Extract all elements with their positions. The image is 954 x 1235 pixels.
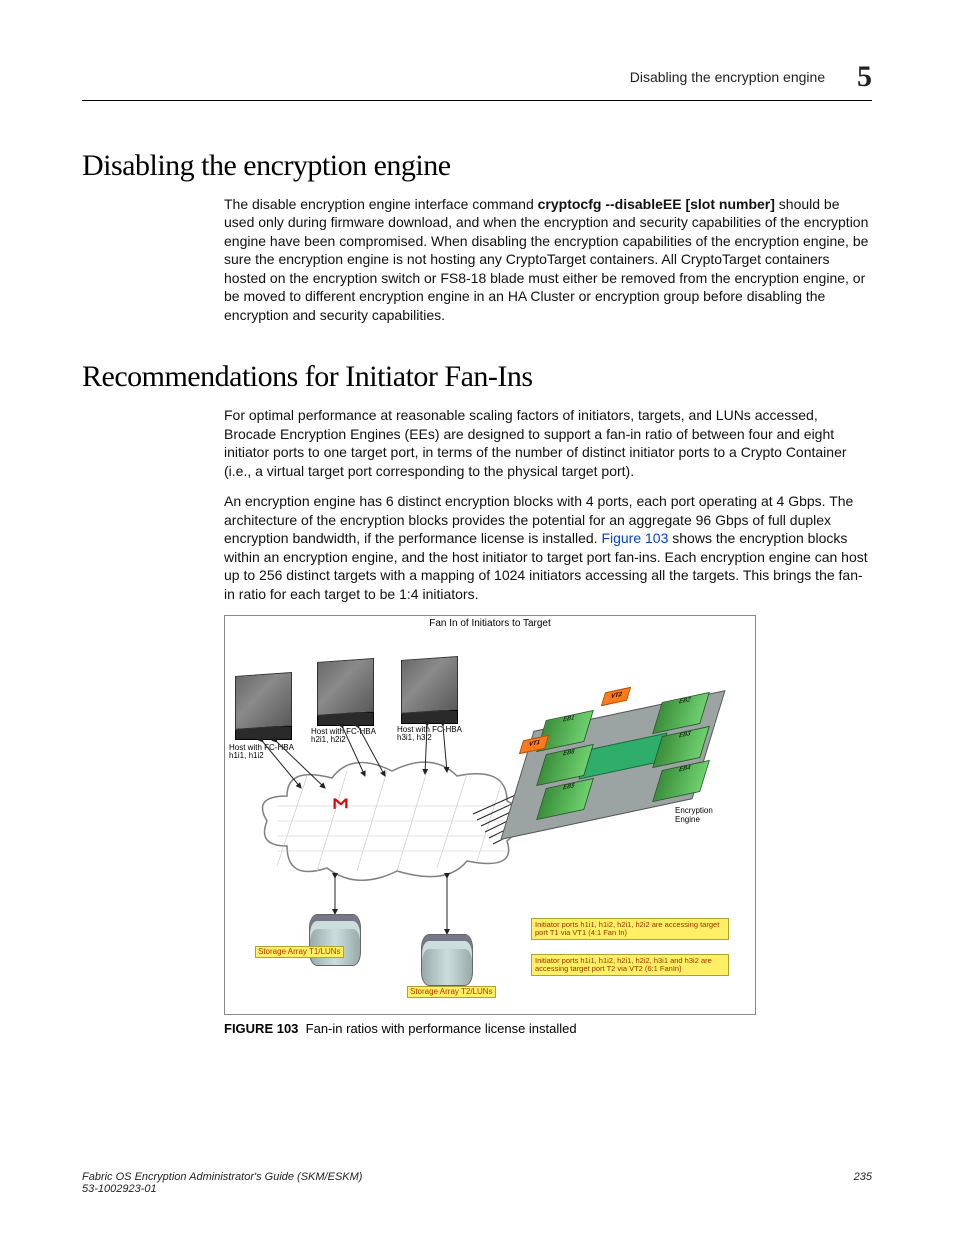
vt2: VT2: [601, 687, 631, 706]
para-reco-1: For optimal performance at reasonable sc…: [224, 406, 872, 480]
page-number: 235: [854, 1171, 872, 1183]
callout-1: Initiator ports h1i1, h1i2, h2i1, h2i2 a…: [531, 918, 729, 941]
figure-caption: FIGURE 103 Fan-in ratios with performanc…: [224, 1021, 754, 1036]
callout-2: Initiator ports h1i1, h1i2, h2i1, h2i2, …: [531, 954, 729, 977]
heading-disabling: Disabling the encryption engine: [82, 149, 872, 183]
storage-label-1: Storage Array T1/LUNs: [255, 946, 344, 958]
para-disable: The disable encryption engine interface …: [224, 195, 872, 324]
running-header: Disabling the encryption engine 5: [82, 60, 872, 94]
running-title: Disabling the encryption engine: [630, 69, 825, 85]
header-rule: [82, 100, 872, 101]
chapter-number: 5: [857, 60, 872, 93]
encryption-engine: EB1 EB6 EB5 EB2 EB3 EB4 VT1 VT2 Encrypti…: [517, 684, 727, 834]
page-footer: Fabric OS Encryption Administrator's Gui…: [82, 1171, 872, 1195]
figure-caption-label: FIGURE 103: [224, 1021, 298, 1036]
footer-doc-title: Fabric OS Encryption Administrator's Gui…: [82, 1171, 872, 1183]
figure-caption-text: Fan-in ratios with performance license i…: [306, 1021, 577, 1036]
engine-label: Encryption Engine: [675, 806, 727, 824]
storage-label-2: Storage Array T2/LUNs: [407, 986, 496, 998]
footer-part-number: 53-1002923-01: [82, 1183, 872, 1195]
para-disable-b: should be used only during firmware down…: [224, 196, 868, 323]
link-figure-103[interactable]: Figure 103: [601, 530, 668, 546]
heading-recommendations: Recommendations for Initiator Fan-Ins: [82, 360, 872, 394]
figure-103: Fan In of Initiators to Target Σ Host wi…: [224, 615, 756, 1015]
para-disable-a: The disable encryption engine interface …: [224, 196, 538, 212]
storage-array-2: [421, 934, 477, 986]
para-reco-2: An encryption engine has 6 distinct encr…: [224, 492, 872, 603]
cmd-cryptocfg: cryptocfg --disableEE [slot number]: [538, 196, 775, 212]
